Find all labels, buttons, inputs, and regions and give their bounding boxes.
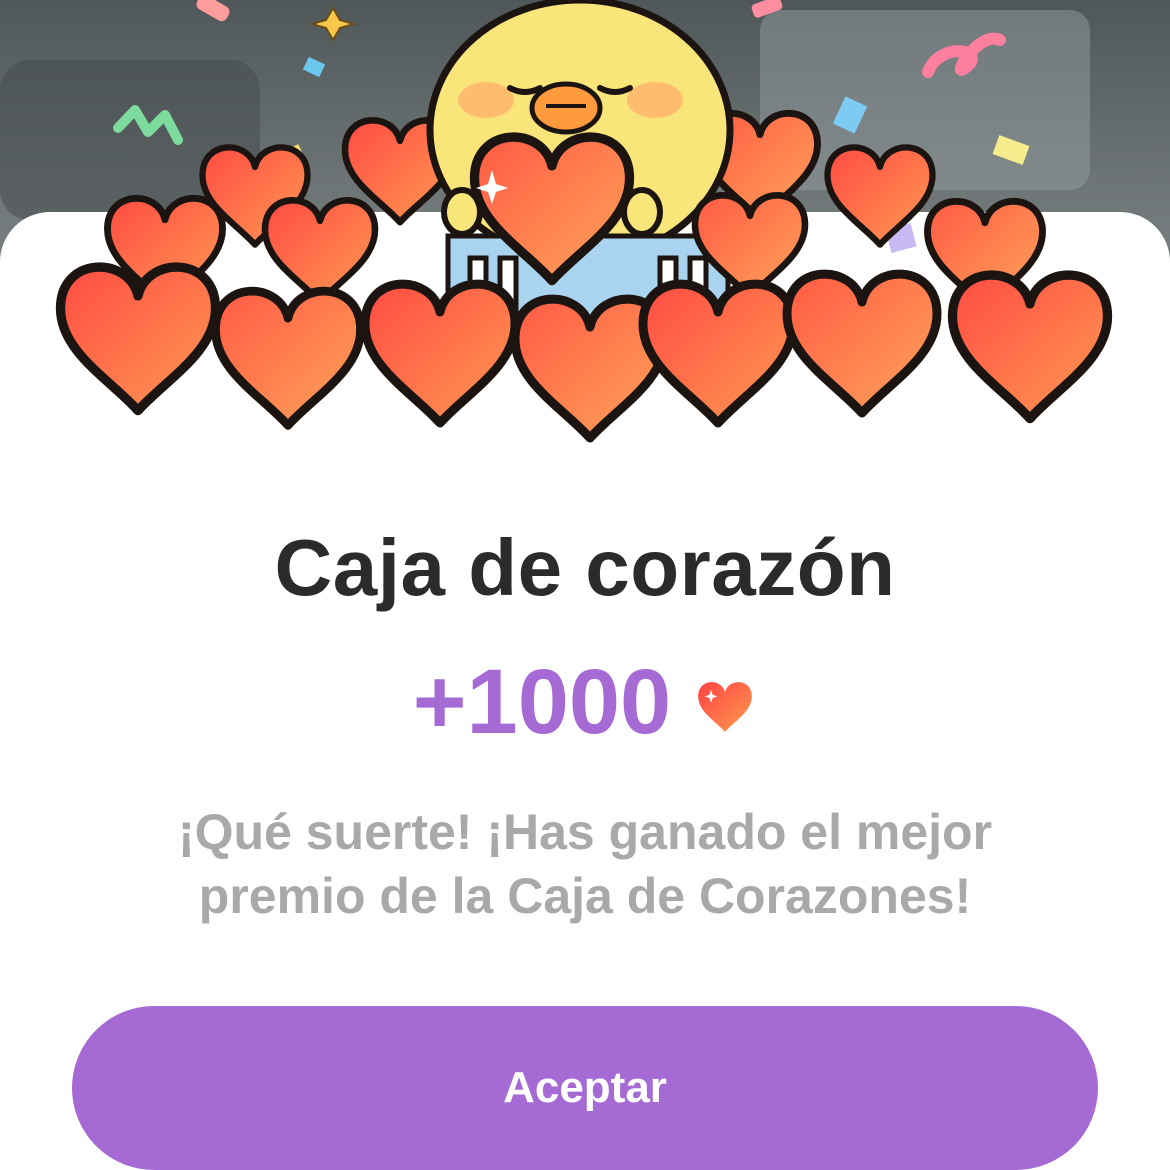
reward-row: +1000 (0, 652, 1170, 752)
accept-button-label: Aceptar (503, 1063, 667, 1112)
heart-icon (698, 682, 753, 732)
accept-button[interactable]: Aceptar (72, 1006, 1098, 1170)
reward-message: ¡Qué suerte! ¡Has ganado el mejor premio… (177, 804, 993, 924)
reward-amount: +1000 (412, 651, 672, 753)
chick-with-hearts-illustration (0, 0, 1170, 470)
dialog-title: Caja de corazón (274, 523, 896, 612)
